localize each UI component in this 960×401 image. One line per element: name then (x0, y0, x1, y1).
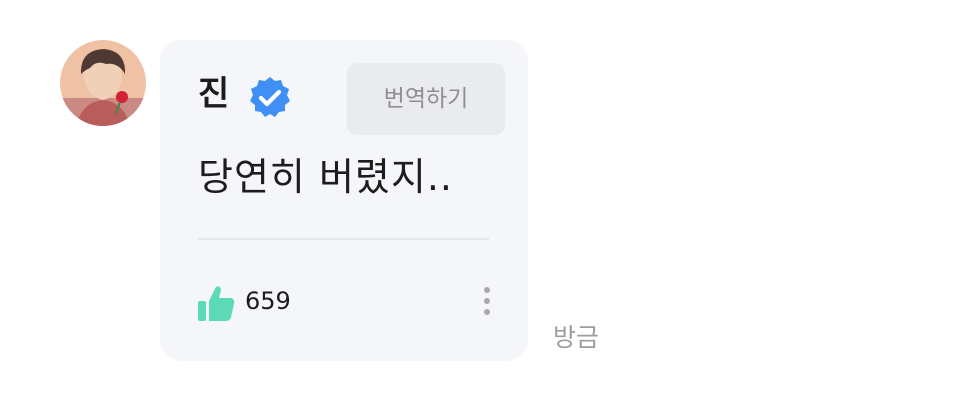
author-name[interactable]: 진 (198, 74, 229, 114)
verified-badge-icon (250, 77, 290, 117)
thumbs-up-icon[interactable] (196, 283, 236, 323)
avatar[interactable] (60, 40, 146, 126)
translate-button[interactable]: 번역하기 (347, 63, 505, 135)
comment-text: 당연히 버렸지.. (198, 155, 453, 199)
divider (198, 238, 489, 240)
timestamp: 방금 (553, 323, 600, 352)
comment-bubble: 진 번역하기 당연히 버렸지.. 659 (160, 40, 528, 361)
avatar-image (60, 40, 146, 126)
like-count: 659 (245, 287, 291, 315)
more-vertical-icon[interactable] (476, 284, 498, 320)
